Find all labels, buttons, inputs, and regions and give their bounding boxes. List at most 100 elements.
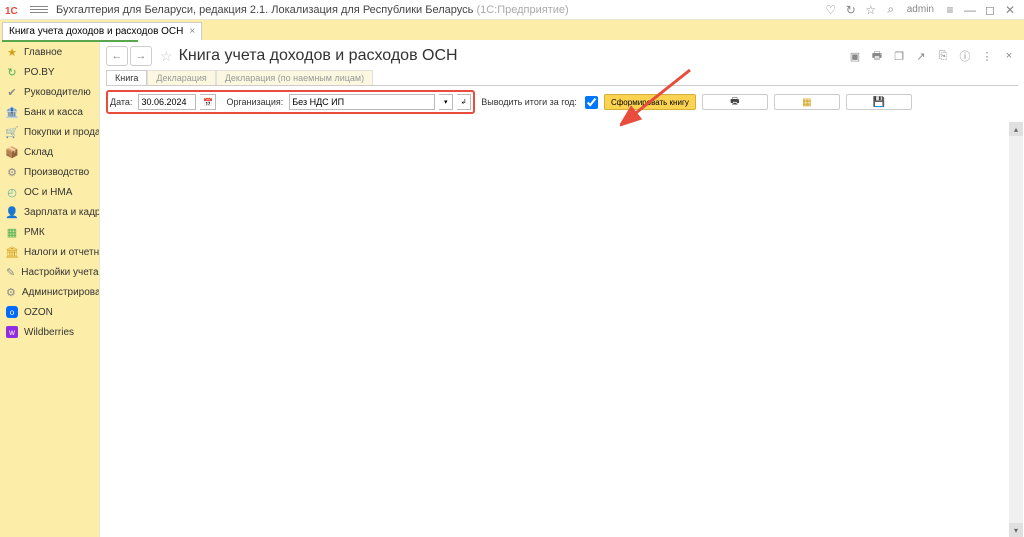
date-input[interactable]	[138, 94, 196, 110]
date-label: Дата:	[110, 97, 132, 107]
app-logo: 1С	[4, 3, 26, 17]
sidebar-icon: ⚙	[6, 166, 18, 178]
app-title: Бухгалтерия для Беларуси, редакция 2.1. …	[56, 4, 569, 16]
vertical-scrollbar[interactable]: ▴ ▾	[1009, 122, 1023, 537]
sidebar-item-label: Настройки учета	[21, 267, 98, 278]
sidebar-item-label: Склад	[24, 147, 53, 158]
sidebar-icon: ◴	[6, 186, 18, 198]
tab-close-icon[interactable]: ×	[189, 26, 195, 37]
book-work-area: ▴ ▾	[100, 122, 1024, 537]
inner-tab-0[interactable]: Книга	[106, 70, 147, 85]
sidebar-item-6[interactable]: ⚙ Производство	[0, 162, 99, 182]
window-restore-icon[interactable]: ◻	[980, 0, 1000, 20]
printer-icon: 🖶	[730, 94, 739, 111]
calendar-icon[interactable]: 📅	[200, 94, 216, 110]
sidebar-icon: o	[6, 306, 18, 318]
sidebar-item-14[interactable]: w Wildberries	[0, 322, 99, 342]
scroll-up-icon[interactable]: ▴	[1009, 122, 1023, 136]
sidebar-icon: ↻	[6, 66, 18, 78]
sidebar-icon: ★	[6, 46, 18, 58]
current-user[interactable]: admin	[907, 4, 934, 15]
sidebar-item-2[interactable]: ✔ Руководителю	[0, 82, 99, 102]
sidebar-item-label: Налоги и отчетность	[24, 247, 99, 258]
link-icon[interactable]: ⎘	[934, 47, 952, 65]
sidebar-item-10[interactable]: 🏛 Налоги и отчетность	[0, 242, 99, 262]
sidebar-item-label: Банк и касса	[24, 107, 83, 118]
more-menu-icon[interactable]: ⋮	[978, 47, 996, 65]
organization-open-icon[interactable]: ↲	[457, 94, 471, 110]
favorite-toggle-icon[interactable]: ☆	[160, 48, 173, 65]
search-icon[interactable]: ⌕	[881, 0, 901, 20]
sidebar-item-label: OZON	[24, 307, 53, 318]
export-icon[interactable]: ↗	[912, 47, 930, 65]
sidebar-icon: 🏛	[6, 246, 18, 258]
sidebar-item-7[interactable]: ◴ ОС и НМА	[0, 182, 99, 202]
sidebar-item-4[interactable]: 🛒 Покупки и продажи	[0, 122, 99, 142]
sidebar-item-12[interactable]: ⚙ Администрирование	[0, 282, 99, 302]
sidebar-item-label: Покупки и продажи	[24, 127, 99, 138]
settings-bars-icon[interactable]: ≡	[940, 0, 960, 20]
sidebar-item-13[interactable]: o OZON	[0, 302, 99, 322]
sidebar-icon: 🏦	[6, 106, 18, 118]
sidebar-icon: ✔	[6, 86, 18, 98]
svg-text:1С: 1С	[5, 6, 18, 16]
sidebar-item-1[interactable]: ↻PO.BY	[0, 62, 99, 82]
inner-tabs: КнигаДекларацияДекларация (по наемным ли…	[106, 70, 1018, 86]
org-label: Организация:	[226, 97, 283, 107]
sidebar-item-5[interactable]: 📦 Склад	[0, 142, 99, 162]
grid-icon: ▦	[802, 97, 811, 108]
sidebar-item-label: Wildberries	[24, 327, 74, 338]
organization-dropdown-icon[interactable]: ▾	[439, 94, 453, 110]
history-icon[interactable]: ↻	[841, 0, 861, 20]
inner-tab-2[interactable]: Декларация (по наемным лицам)	[216, 70, 373, 85]
page-tab[interactable]: Книга учета доходов и расходов ОСН ×	[2, 22, 202, 40]
yearly-checkbox[interactable]	[585, 96, 598, 109]
sidebar-item-label: Главное	[24, 47, 62, 58]
floppy-icon: 💾	[873, 97, 885, 108]
nav-back-button[interactable]: ←	[106, 46, 128, 66]
yearly-label: Выводить итоги за год:	[481, 97, 577, 107]
page-title: Книга учета доходов и расходов ОСН	[179, 47, 458, 65]
page-tab-label: Книга учета доходов и расходов ОСН	[9, 26, 183, 37]
window-minimize-icon[interactable]: —	[960, 0, 980, 20]
print-header-icon[interactable]: 🖶	[868, 47, 886, 65]
sidebar-item-label: Производство	[24, 167, 89, 178]
nav-forward-button[interactable]: →	[130, 46, 152, 66]
main-menu-button[interactable]	[30, 6, 48, 13]
inner-tab-1[interactable]: Декларация	[147, 70, 215, 85]
sidebar-item-9[interactable]: ▦РМК	[0, 222, 99, 242]
close-page-icon[interactable]: ×	[1000, 47, 1018, 65]
window-close-icon[interactable]: ✕	[1000, 0, 1020, 20]
sidebar-item-8[interactable]: 👤 Зарплата и кадры	[0, 202, 99, 222]
highlighted-parameters: Дата: 📅 Организация: ▾ ↲	[106, 90, 475, 114]
sidebar-item-11[interactable]: ✎Настройки учета	[0, 262, 99, 282]
grid-button[interactable]: ▦	[774, 94, 840, 110]
sidebar-icon: 🛒	[6, 126, 18, 138]
sidebar-item-label: ОС и НМА	[24, 187, 72, 198]
preview-icon[interactable]: ▣	[846, 47, 864, 65]
content-area: ← → ☆ Книга учета доходов и расходов ОСН…	[99, 40, 1024, 537]
scroll-down-icon[interactable]: ▾	[1009, 523, 1023, 537]
sidebar-item-3[interactable]: 🏦 Банк и касса	[0, 102, 99, 122]
sidebar-icon: ⚙	[6, 286, 16, 298]
sidebar-icon: 👤	[6, 206, 18, 218]
sidebar-icon: 📦	[6, 146, 18, 158]
sidebar-item-label: Администрирование	[22, 287, 99, 298]
sidebar: ★ Главное ↻PO.BY ✔ Руководителю 🏦 Банк и касса…	[0, 40, 99, 537]
print-button[interactable]: 🖶	[702, 94, 768, 110]
save-button[interactable]: 💾	[846, 94, 912, 110]
sidebar-item-0[interactable]: ★ Главное	[0, 42, 99, 62]
form-book-button[interactable]: Сформировать книгу	[604, 94, 696, 110]
bell-icon[interactable]: ♡	[821, 0, 841, 20]
sidebar-item-label: Руководителю	[24, 87, 91, 98]
tab-strip: Книга учета доходов и расходов ОСН ×	[0, 20, 1024, 40]
sidebar-item-label: РМК	[24, 227, 45, 238]
help-icon[interactable]: ⓘ	[956, 47, 974, 65]
sidebar-item-label: Зарплата и кадры	[24, 207, 99, 218]
sidebar-icon: w	[6, 326, 18, 338]
title-bar: 1С Бухгалтерия для Беларуси, редакция 2.…	[0, 0, 1024, 20]
toolbar: Дата: 📅 Организация: ▾ ↲ Выводить итоги …	[106, 86, 1018, 116]
copy-icon[interactable]: ❐	[890, 47, 908, 65]
favorite-star-icon[interactable]: ☆	[861, 0, 881, 20]
organization-input[interactable]	[289, 94, 435, 110]
